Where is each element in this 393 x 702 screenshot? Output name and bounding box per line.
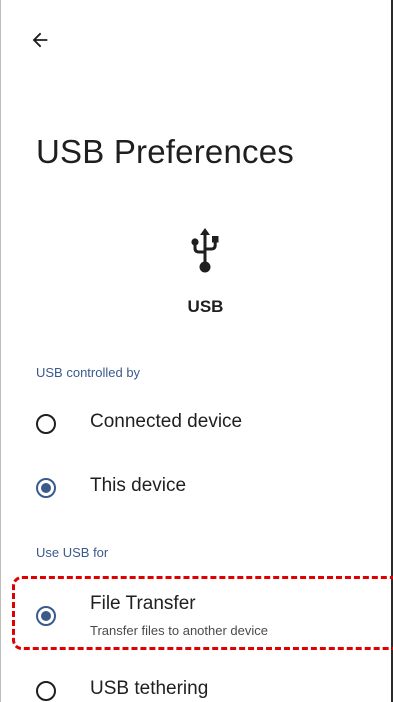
option-summary: Transfer files to another device <box>90 623 268 638</box>
back-button[interactable] <box>22 22 58 58</box>
usb-icon <box>191 228 219 273</box>
option-connected-device[interactable]: Connected device <box>0 400 391 448</box>
section-header-use-usb-for: Use USB for <box>36 545 109 560</box>
option-usb-tethering[interactable]: USB tethering <box>0 668 391 702</box>
option-title: File Transfer <box>90 593 196 614</box>
radio-button-unselected[interactable] <box>36 414 56 434</box>
arrow-back-icon <box>32 32 48 48</box>
option-title: USB tethering <box>90 678 209 699</box>
usb-label: USB <box>187 297 224 316</box>
option-this-device[interactable]: This device <box>0 464 391 512</box>
page-title: USB Preferences <box>36 133 294 170</box>
option-title: Connected device <box>90 411 243 432</box>
usb-preferences-screen: USB Preferences USB USB controlled by Co… <box>0 0 393 702</box>
radio-button-selected[interactable] <box>36 478 56 498</box>
section-header-controlled-by: USB controlled by <box>36 365 141 380</box>
option-file-transfer[interactable]: File Transfer Transfer files to another … <box>0 585 391 647</box>
radio-button-selected[interactable] <box>36 606 56 626</box>
radio-button-unselected[interactable] <box>36 681 56 701</box>
option-title: This device <box>90 475 187 496</box>
